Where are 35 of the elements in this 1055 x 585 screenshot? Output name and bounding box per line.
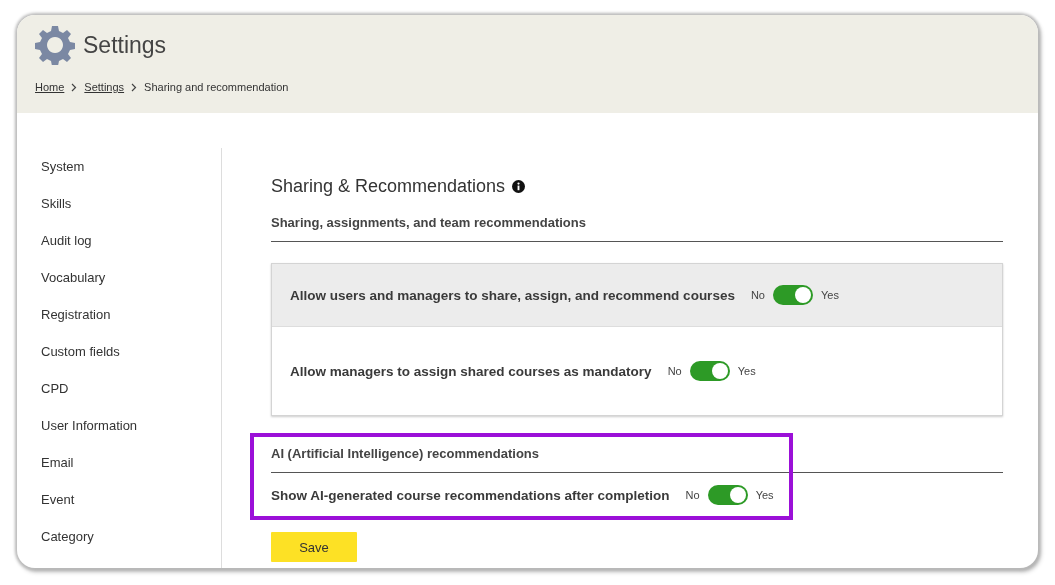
chevron-icon (131, 82, 138, 92)
toggle-off-label: No (750, 289, 765, 301)
chevron-icon (71, 82, 78, 92)
breadcrumb-link[interactable]: Settings (84, 81, 125, 93)
breadcrumb-link[interactable]: Home (35, 81, 65, 93)
breadcrumb-current: Sharing and recommendation (144, 81, 289, 93)
toggle-off-label: No (667, 365, 682, 377)
sidebar-item[interactable]: System (41, 148, 85, 185)
toggle-on-label: Yes (755, 489, 774, 501)
sidebar-item[interactable]: Custom fields (41, 333, 120, 370)
toggle-switch[interactable] (772, 285, 813, 305)
sidebar-item[interactable]: Event (41, 481, 75, 518)
setting-label: Allow managers to assign shared courses as mandatory (290, 363, 652, 379)
sidebar-item[interactable]: Category (41, 518, 94, 555)
page-title: Settings (83, 31, 167, 59)
setting-label: Allow users and managers to share, assign, and recommend courses (290, 287, 735, 303)
sidebar-item[interactable]: CPD (41, 370, 69, 407)
toggle-on-label: Yes (820, 289, 839, 301)
info-icon[interactable] (512, 179, 526, 193)
sidebar-item[interactable]: Registration (41, 296, 111, 333)
sidebar-item[interactable]: Vocabulary (41, 259, 106, 296)
sidebar-item[interactable]: Skills (41, 185, 72, 222)
toggle-switch[interactable] (707, 485, 748, 505)
toggle-switch[interactable] (689, 361, 730, 381)
gear-icon (35, 25, 75, 65)
toggle-off-label: No (685, 489, 700, 501)
setting-label: Show AI-generated course recommendations after completion (271, 487, 670, 503)
section-title: Sharing & Recommendations (271, 175, 506, 197)
sidebar-item[interactable]: User Information (41, 407, 138, 444)
sidebar-item[interactable]: Audit log (41, 222, 92, 259)
save-button[interactable]: Save (271, 532, 357, 562)
subsection-heading: Sharing, assignments, and team recommendations (271, 199, 1003, 242)
sidebar-item[interactable]: Email (41, 444, 74, 481)
toggle-on-label: Yes (737, 365, 756, 377)
subsection-heading: AI (Artificial Intelligence) recommendations (271, 433, 1003, 473)
